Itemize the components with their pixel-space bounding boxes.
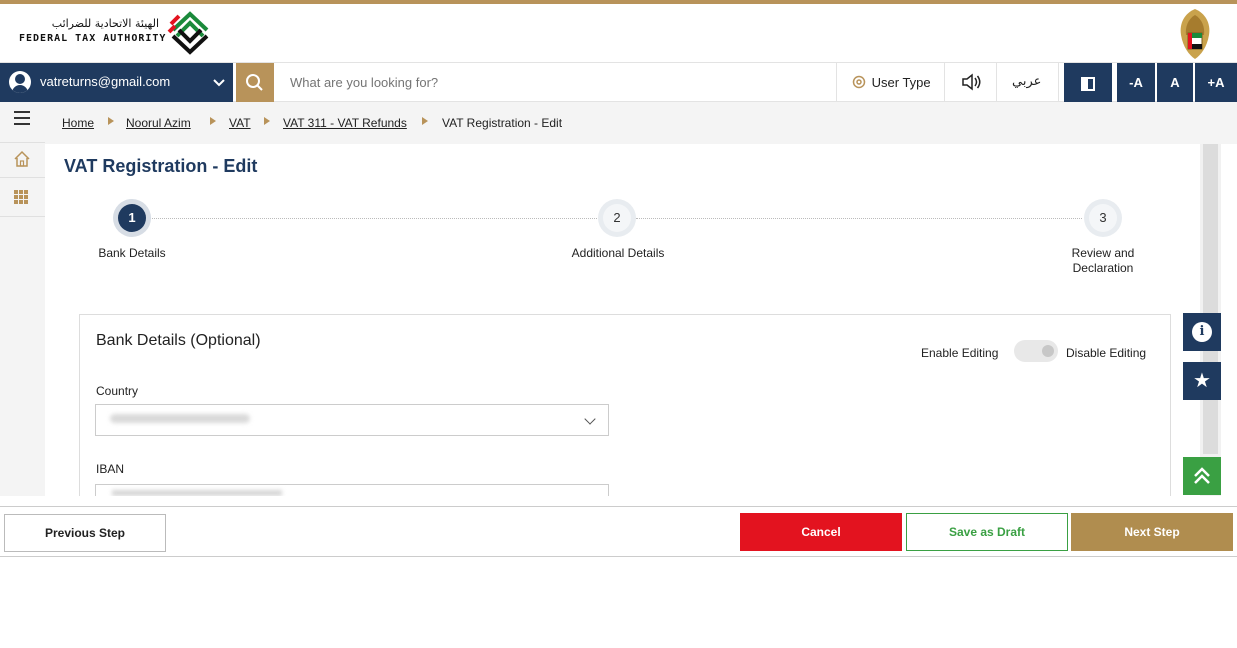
- step-1-number: 1: [118, 204, 146, 232]
- next-step-button[interactable]: Next Step: [1071, 513, 1233, 551]
- cancel-button[interactable]: Cancel: [740, 513, 902, 551]
- language-toggle-arabic[interactable]: عربي: [1012, 74, 1041, 89]
- uae-emblem-icon: [1180, 9, 1210, 59]
- step-3-label: Review and Declaration: [1043, 246, 1163, 276]
- user-menu[interactable]: vatreturns@gmail.com: [0, 63, 233, 102]
- breadcrumb: Home Noorul Azim VAT VAT 311 - VAT Refun…: [45, 102, 1237, 144]
- iban-input[interactable]: [95, 484, 609, 496]
- increase-font-button[interactable]: +A: [1195, 63, 1237, 102]
- home-icon[interactable]: [12, 150, 32, 168]
- search-button[interactable]: [236, 63, 274, 102]
- search-icon: [246, 74, 263, 91]
- step-3-indicator[interactable]: 3: [1084, 199, 1122, 237]
- decrease-font-button[interactable]: -A: [1117, 63, 1155, 102]
- contrast-icon: [1081, 76, 1095, 91]
- breadcrumb-separator-icon: [422, 117, 428, 125]
- info-button[interactable]: i: [1183, 313, 1221, 351]
- step-3-label-line2: Declaration: [1072, 261, 1134, 275]
- step-1-label: Bank Details: [98, 246, 166, 260]
- stepper-connector: [636, 218, 1082, 219]
- country-select[interactable]: [95, 404, 609, 436]
- info-icon: i: [1192, 322, 1212, 342]
- step-1-indicator[interactable]: 1: [113, 199, 151, 237]
- iban-value-redacted: [112, 490, 282, 496]
- editing-toggle[interactable]: [1014, 340, 1058, 362]
- enable-editing-label: Enable Editing: [921, 346, 999, 360]
- fta-logo-icon[interactable]: [165, 8, 215, 58]
- breadcrumb-separator-icon: [108, 117, 114, 125]
- org-name-arabic: الهيئة الاتحادية للضرائب: [51, 17, 159, 30]
- step-2-indicator[interactable]: 2: [598, 199, 636, 237]
- hamburger-menu-icon[interactable]: [14, 111, 30, 125]
- step-3-number: 3: [1089, 204, 1117, 232]
- normal-font-button[interactable]: A: [1157, 63, 1193, 102]
- step-2-label: Additional Details: [571, 246, 665, 260]
- breadcrumb-user[interactable]: Noorul Azim: [126, 116, 191, 130]
- page-title: VAT Registration - Edit: [64, 156, 258, 176]
- top-navbar: vatreturns@gmail.com User Type عربي -A A…: [0, 62, 1237, 102]
- favorite-button[interactable]: ★: [1183, 362, 1221, 400]
- chevron-down-icon: [213, 79, 225, 87]
- breadcrumb-vat[interactable]: VAT: [229, 116, 251, 130]
- bank-details-title: Bank Details (Optional): [96, 332, 261, 349]
- breadcrumb-separator-icon: [264, 117, 270, 125]
- apps-grid-icon[interactable]: [14, 190, 28, 204]
- search-input[interactable]: [280, 63, 835, 102]
- contrast-toggle-button[interactable]: [1064, 63, 1112, 102]
- user-type-label: User Type: [871, 75, 931, 90]
- country-value-redacted: [110, 414, 250, 423]
- breadcrumb-separator-icon: [210, 117, 216, 125]
- gear-icon: [852, 75, 866, 89]
- save-draft-button[interactable]: Save as Draft: [906, 513, 1068, 551]
- chevron-down-icon: [584, 413, 596, 425]
- breadcrumb-current: VAT Registration - Edit: [442, 116, 563, 130]
- org-name-english: FEDERAL TAX AUTHORITY: [19, 33, 167, 44]
- star-icon: ★: [1193, 370, 1211, 392]
- user-email: vatreturns@gmail.com: [40, 74, 171, 89]
- user-type-button[interactable]: User Type: [850, 74, 931, 90]
- double-chevron-up-icon: [1194, 467, 1210, 484]
- stepper-connector: [150, 218, 597, 219]
- site-header: الهيئة الاتحادية للضرائب FEDERAL TAX AUT…: [0, 4, 1237, 62]
- country-label: Country: [96, 384, 139, 398]
- speaker-icon[interactable]: [960, 72, 982, 92]
- iban-label: IBAN: [96, 462, 125, 476]
- action-footer: Previous Step Cancel Save as Draft Next …: [0, 506, 1237, 557]
- breadcrumb-home[interactable]: Home: [62, 116, 94, 130]
- breadcrumb-vat311[interactable]: VAT 311 - VAT Refunds: [283, 116, 407, 130]
- step-3-label-line1: Review and: [1071, 246, 1135, 260]
- previous-step-button[interactable]: Previous Step: [4, 514, 166, 552]
- step-2-number: 2: [603, 204, 631, 232]
- scroll-to-top-button[interactable]: [1183, 457, 1221, 495]
- disable-editing-label: Disable Editing: [1066, 346, 1147, 360]
- user-avatar-icon: [9, 71, 31, 93]
